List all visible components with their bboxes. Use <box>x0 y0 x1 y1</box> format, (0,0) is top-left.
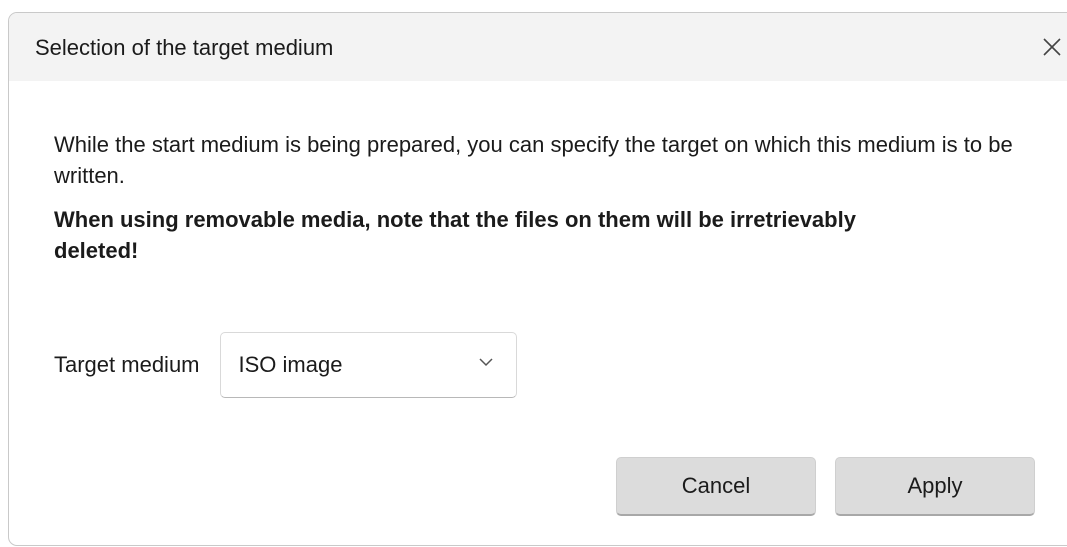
warning-text: When using removable media, note that th… <box>54 207 856 263</box>
target-medium-row: Target medium ISO image <box>54 332 517 398</box>
close-icon <box>1043 38 1061 56</box>
target-medium-dialog: Selection of the target medium While the… <box>8 12 1067 546</box>
cancel-button[interactable]: Cancel <box>616 457 816 516</box>
dialog-content: While the start medium is being prepared… <box>54 129 1044 279</box>
target-medium-label: Target medium <box>54 352 200 377</box>
target-medium-select[interactable]: ISO image <box>219 332 517 398</box>
info-text: While the start medium is being prepared… <box>54 132 1013 188</box>
chevron-down-icon <box>478 358 493 367</box>
target-medium-value: ISO image <box>238 352 343 377</box>
dialog-title: Selection of the target medium <box>35 35 334 60</box>
close-button[interactable] <box>1036 31 1067 63</box>
apply-button[interactable]: Apply <box>835 457 1035 516</box>
dialog-titlebar: Selection of the target medium <box>9 13 1067 81</box>
